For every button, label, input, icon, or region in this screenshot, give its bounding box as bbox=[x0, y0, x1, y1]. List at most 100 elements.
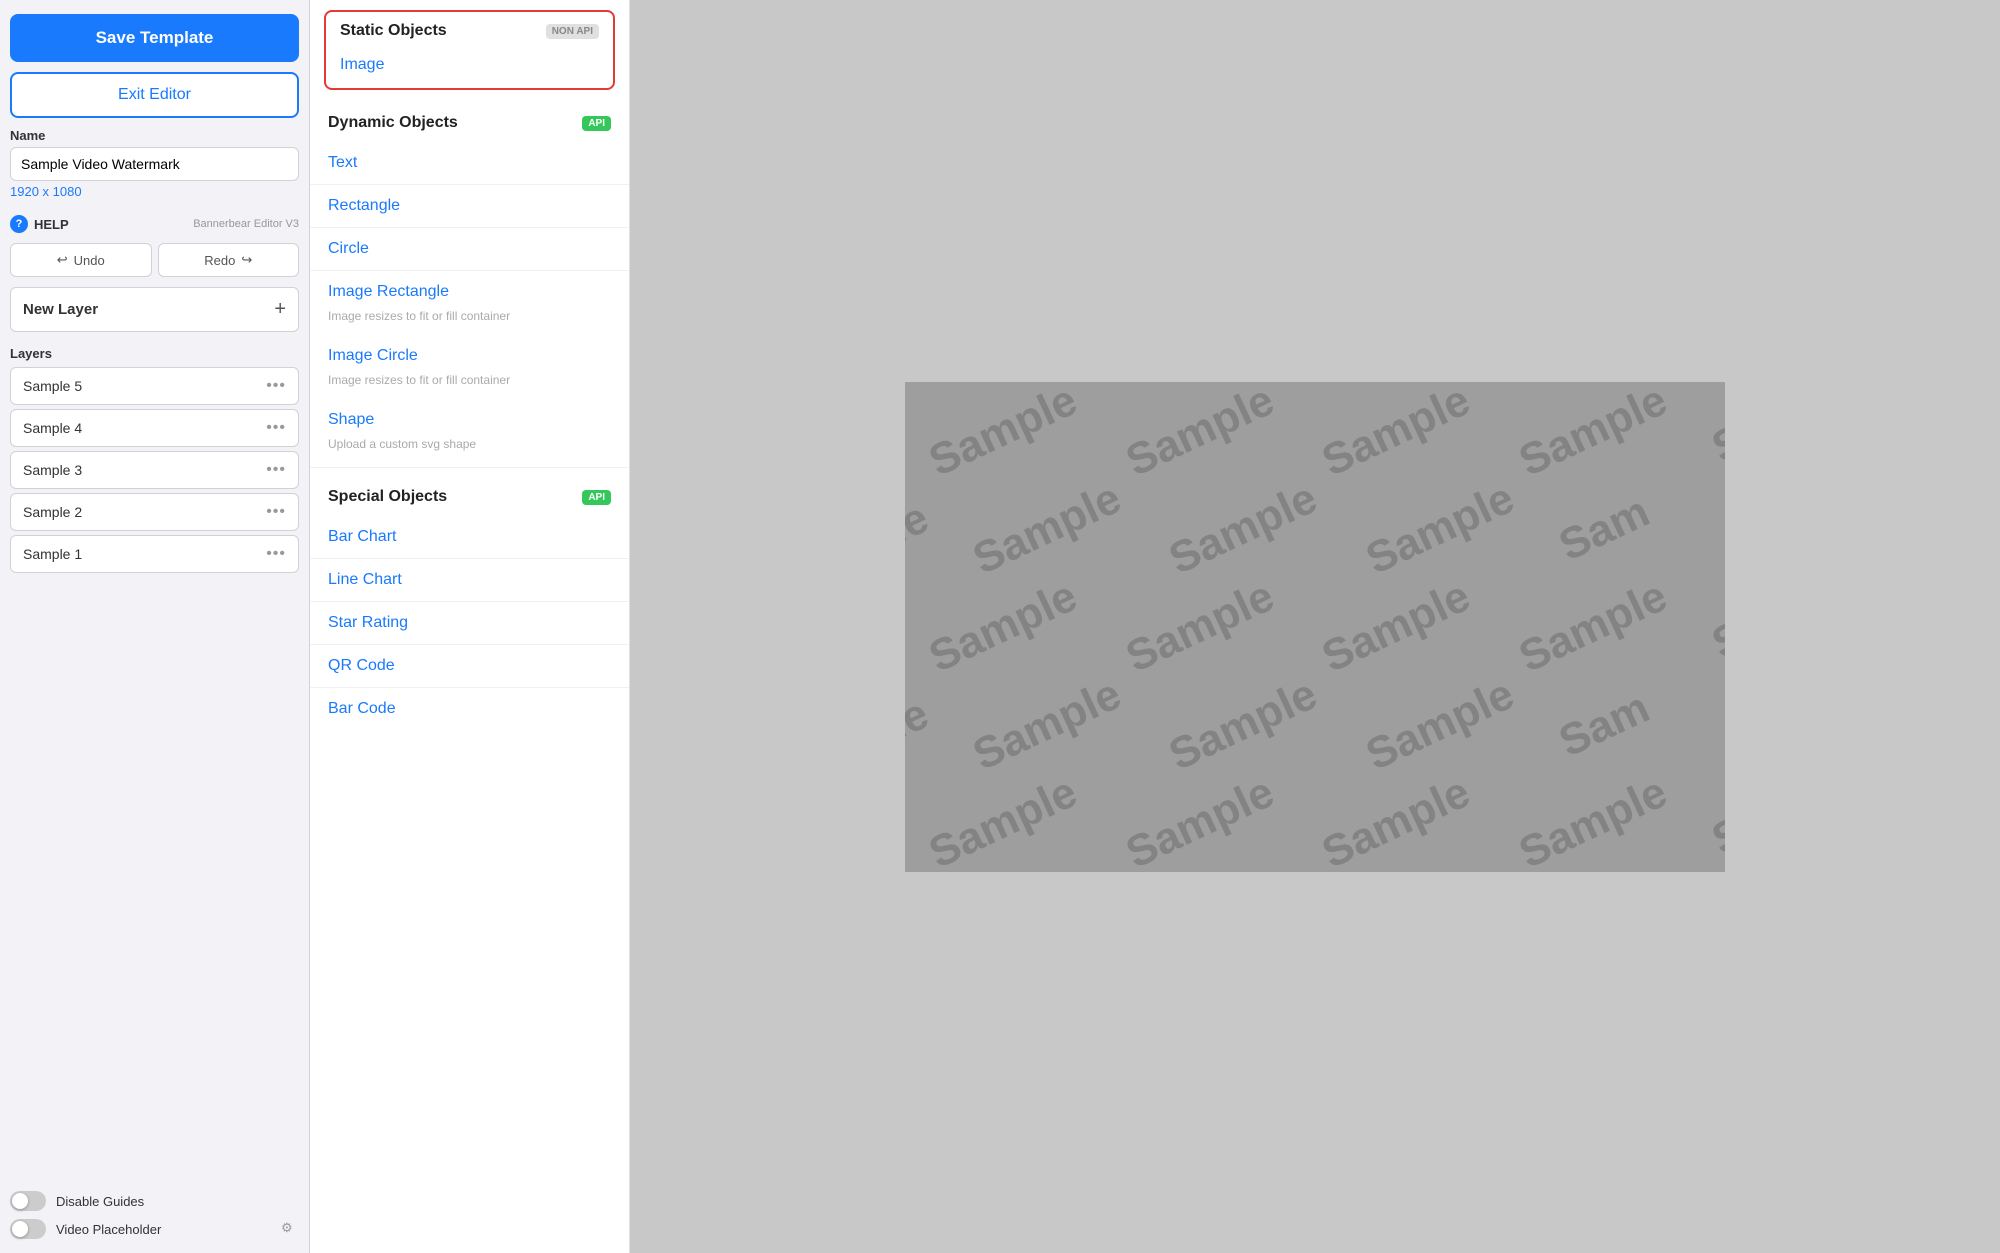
undo-label: Undo bbox=[74, 253, 105, 268]
static-objects-title: Static Objects bbox=[340, 22, 447, 40]
layer-options-icon[interactable]: ••• bbox=[266, 503, 286, 521]
watermark-row: Sample Sample Sample Sample Sam bbox=[905, 602, 1725, 652]
watermark-row: ple Sample Sample Sample Sam bbox=[905, 700, 1725, 750]
layer-name: Sample 2 bbox=[23, 504, 82, 520]
watermark-text: Sample bbox=[905, 382, 1103, 495]
static-objects-header: Static Objects NON API bbox=[326, 22, 613, 48]
watermark-text: Sam bbox=[1687, 382, 1725, 482]
watermark-text: ple bbox=[905, 484, 954, 573]
watermark-text: Sample bbox=[947, 660, 1146, 788]
undo-button[interactable]: ↩ Undo bbox=[10, 243, 152, 277]
object-item-text[interactable]: Text bbox=[310, 142, 629, 185]
help-row: ? HELP Bannerbear Editor V3 bbox=[10, 215, 299, 233]
canvas-area: Sample Sample Sample Sample Sam ple Samp… bbox=[630, 0, 2000, 1253]
static-objects-badge: NON API bbox=[546, 24, 599, 39]
layer-item[interactable]: Sample 5 ••• bbox=[10, 367, 299, 405]
special-objects-badge: API bbox=[582, 490, 611, 505]
new-layer-label: New Layer bbox=[23, 301, 98, 318]
undo-redo-row: ↩ Undo Redo ↪ bbox=[10, 243, 299, 277]
redo-label: Redo bbox=[204, 253, 235, 268]
object-item-shape-group: Shape Upload a custom svg shape bbox=[310, 399, 629, 463]
watermark-text: Sample bbox=[947, 464, 1146, 592]
disable-guides-label: Disable Guides bbox=[56, 1194, 144, 1209]
exit-editor-button[interactable]: Exit Editor bbox=[10, 72, 299, 118]
name-section: Name 1920 x 1080 bbox=[10, 128, 299, 199]
disable-guides-toggle[interactable] bbox=[10, 1191, 46, 1211]
video-placeholder-row: Video Placeholder ⚙ bbox=[10, 1219, 299, 1239]
name-label: Name bbox=[10, 128, 299, 143]
dynamic-objects-title: Dynamic Objects bbox=[328, 114, 458, 132]
object-item-qr-code[interactable]: QR Code bbox=[310, 645, 629, 688]
watermark-grid: Sample Sample Sample Sample Sam ple Samp… bbox=[905, 382, 1725, 872]
sidebar: Save Template Exit Editor Name 1920 x 10… bbox=[0, 0, 310, 1253]
watermark-text: Sample bbox=[1100, 758, 1299, 871]
undo-icon: ↩ bbox=[57, 252, 68, 268]
object-item-image[interactable]: Image bbox=[326, 48, 613, 82]
watermark-text: Sample bbox=[1144, 464, 1343, 592]
plus-icon: + bbox=[274, 298, 286, 321]
static-objects-section: Static Objects NON API Image bbox=[324, 10, 615, 90]
layer-options-icon[interactable]: ••• bbox=[266, 419, 286, 437]
save-template-button[interactable]: Save Template bbox=[10, 14, 299, 62]
image-rectangle-sub: Image resizes to fit or fill container bbox=[310, 305, 629, 335]
layer-options-icon[interactable]: ••• bbox=[266, 377, 286, 395]
layer-item[interactable]: Sample 3 ••• bbox=[10, 451, 299, 489]
toggles-section: Disable Guides Video Placeholder ⚙ bbox=[10, 1191, 299, 1239]
dynamic-objects-badge: API bbox=[582, 116, 611, 131]
object-panel: Static Objects NON API Image Dynamic Obj… bbox=[310, 0, 630, 1253]
object-item-rectangle[interactable]: Rectangle bbox=[310, 185, 629, 228]
watermark-row: Sample Sample Sample Sample Sam bbox=[905, 798, 1725, 848]
watermark-row: Sample Sample Sample Sample Sam bbox=[905, 406, 1725, 456]
watermark-text: Sample bbox=[1340, 660, 1539, 788]
redo-icon: ↪ bbox=[241, 252, 252, 268]
layers-section: Layers Sample 5 ••• Sample 4 ••• Sample … bbox=[10, 346, 299, 577]
watermark-text: Sam bbox=[1534, 674, 1676, 776]
video-placeholder-toggle[interactable] bbox=[10, 1219, 46, 1239]
video-placeholder-settings-icon[interactable]: ⚙ bbox=[281, 1220, 299, 1238]
layer-name: Sample 1 bbox=[23, 546, 82, 562]
image-circle-sub: Image resizes to fit or fill container bbox=[310, 369, 629, 399]
watermark-text: Sam bbox=[1687, 576, 1725, 678]
redo-button[interactable]: Redo ↪ bbox=[158, 243, 300, 277]
video-placeholder-label: Video Placeholder bbox=[56, 1222, 161, 1237]
watermark-text: Sample bbox=[1144, 660, 1343, 788]
watermark-text: Sample bbox=[1340, 464, 1539, 592]
layers-label: Layers bbox=[10, 346, 299, 361]
object-item-bar-chart[interactable]: Bar Chart bbox=[310, 516, 629, 559]
watermark-row: ple Sample Sample Sample Sam bbox=[905, 504, 1725, 554]
canvas-wrapper: Sample Sample Sample Sample Sam ple Samp… bbox=[905, 382, 1725, 872]
layer-name: Sample 4 bbox=[23, 420, 82, 436]
layer-name: Sample 3 bbox=[23, 462, 82, 478]
name-input[interactable] bbox=[10, 147, 299, 181]
layer-item[interactable]: Sample 4 ••• bbox=[10, 409, 299, 447]
layer-item[interactable]: Sample 1 ••• bbox=[10, 535, 299, 573]
layer-item[interactable]: Sample 2 ••• bbox=[10, 493, 299, 531]
new-layer-button[interactable]: New Layer + bbox=[10, 287, 299, 332]
help-label: HELP bbox=[34, 217, 69, 232]
watermark-text: ple bbox=[905, 680, 954, 769]
object-item-line-chart[interactable]: Line Chart bbox=[310, 559, 629, 602]
watermark-text: Sam bbox=[1687, 772, 1725, 872]
disable-guides-row: Disable Guides bbox=[10, 1191, 299, 1211]
help-left: ? HELP bbox=[10, 215, 69, 233]
dynamic-objects-header: Dynamic Objects API bbox=[310, 98, 629, 142]
object-item-circle[interactable]: Circle bbox=[310, 228, 629, 271]
help-version: Bannerbear Editor V3 bbox=[193, 218, 299, 230]
object-item-bar-code[interactable]: Bar Code bbox=[310, 688, 629, 730]
object-item-image-circle-group: Image Circle Image resizes to fit or fil… bbox=[310, 335, 629, 399]
layer-options-icon[interactable]: ••• bbox=[266, 545, 286, 563]
layer-options-icon[interactable]: ••• bbox=[266, 461, 286, 479]
special-objects-header: Special Objects API bbox=[310, 472, 629, 516]
shape-sub: Upload a custom svg shape bbox=[310, 433, 629, 463]
object-item-image-rectangle-group: Image Rectangle Image resizes to fit or … bbox=[310, 271, 629, 335]
watermark-text: Sample bbox=[905, 758, 1103, 871]
watermark-text: Sample bbox=[1493, 758, 1692, 871]
watermark-text: Sample bbox=[905, 562, 1103, 690]
dimensions-text: 1920 x 1080 bbox=[10, 184, 299, 199]
special-objects-title: Special Objects bbox=[328, 488, 447, 506]
object-item-star-rating[interactable]: Star Rating bbox=[310, 602, 629, 645]
special-objects-section: Special Objects API Bar Chart Line Chart… bbox=[310, 467, 629, 730]
help-icon[interactable]: ? bbox=[10, 215, 28, 233]
watermark-text: Sam bbox=[1534, 478, 1676, 580]
layer-name: Sample 5 bbox=[23, 378, 82, 394]
